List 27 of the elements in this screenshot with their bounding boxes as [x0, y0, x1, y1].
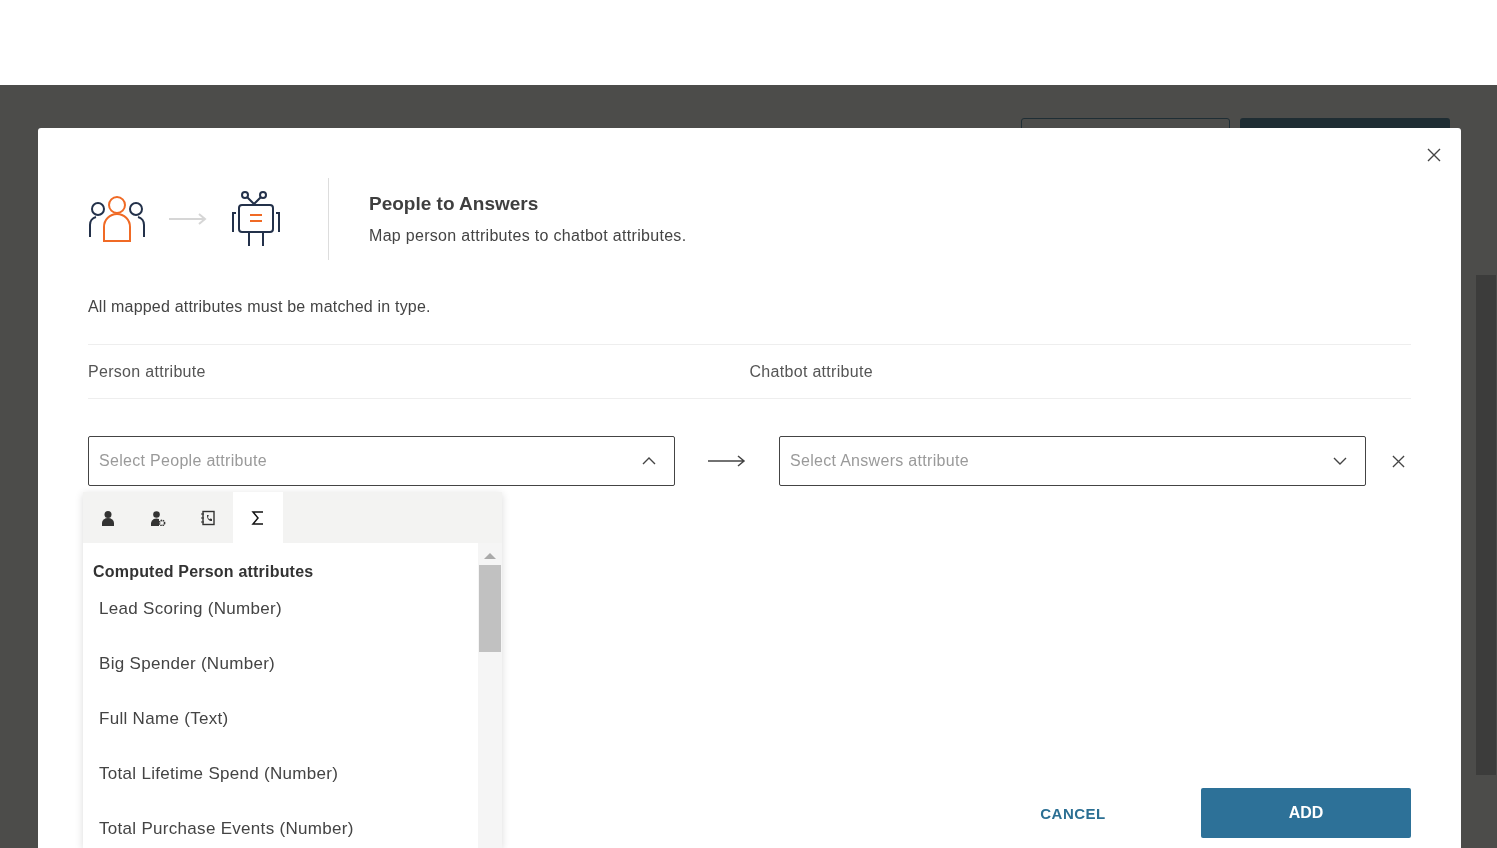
dialog-title: People to Answers	[369, 193, 540, 215]
column-header: Chatbot attribute	[749, 362, 874, 381]
robot-icon	[230, 190, 282, 248]
group-title: Computed Person attributes	[93, 563, 315, 581]
menu-item[interactable]: Big Spender (Number)	[99, 649, 478, 679]
cancel-button[interactable]: CANCEL	[988, 788, 1158, 838]
remove-button[interactable]	[1392, 454, 1405, 468]
menu-item[interactable]: Lead Scoring (Number)	[99, 594, 478, 624]
people-icon	[88, 195, 146, 243]
menu-item[interactable]: Full Name (Text)	[99, 704, 478, 734]
add-button[interactable]: ADD	[1201, 788, 1411, 838]
column-header: Person attribute	[88, 362, 207, 381]
close-button[interactable]	[1427, 148, 1441, 162]
sum-icon	[250, 509, 266, 526]
chevron-icon	[1333, 457, 1347, 465]
arrow-icon	[168, 213, 208, 225]
note-text: All mapped attributes must be matched in type.	[88, 298, 432, 316]
tab[interactable]	[233, 492, 283, 543]
scrollbar[interactable]	[478, 543, 502, 848]
person-icon	[100, 509, 116, 526]
chevron-icon	[642, 457, 656, 465]
menu-item[interactable]: Total Lifetime Spend (Number)	[99, 759, 478, 789]
person-gear-icon	[150, 509, 166, 526]
menu-item[interactable]: Total Purchase Events (Number)	[99, 814, 478, 844]
arrow-icon	[707, 455, 747, 467]
contact-book-icon	[200, 509, 216, 526]
dialog-subtitle: Map person attributes to chatbot attributes.	[369, 227, 687, 245]
